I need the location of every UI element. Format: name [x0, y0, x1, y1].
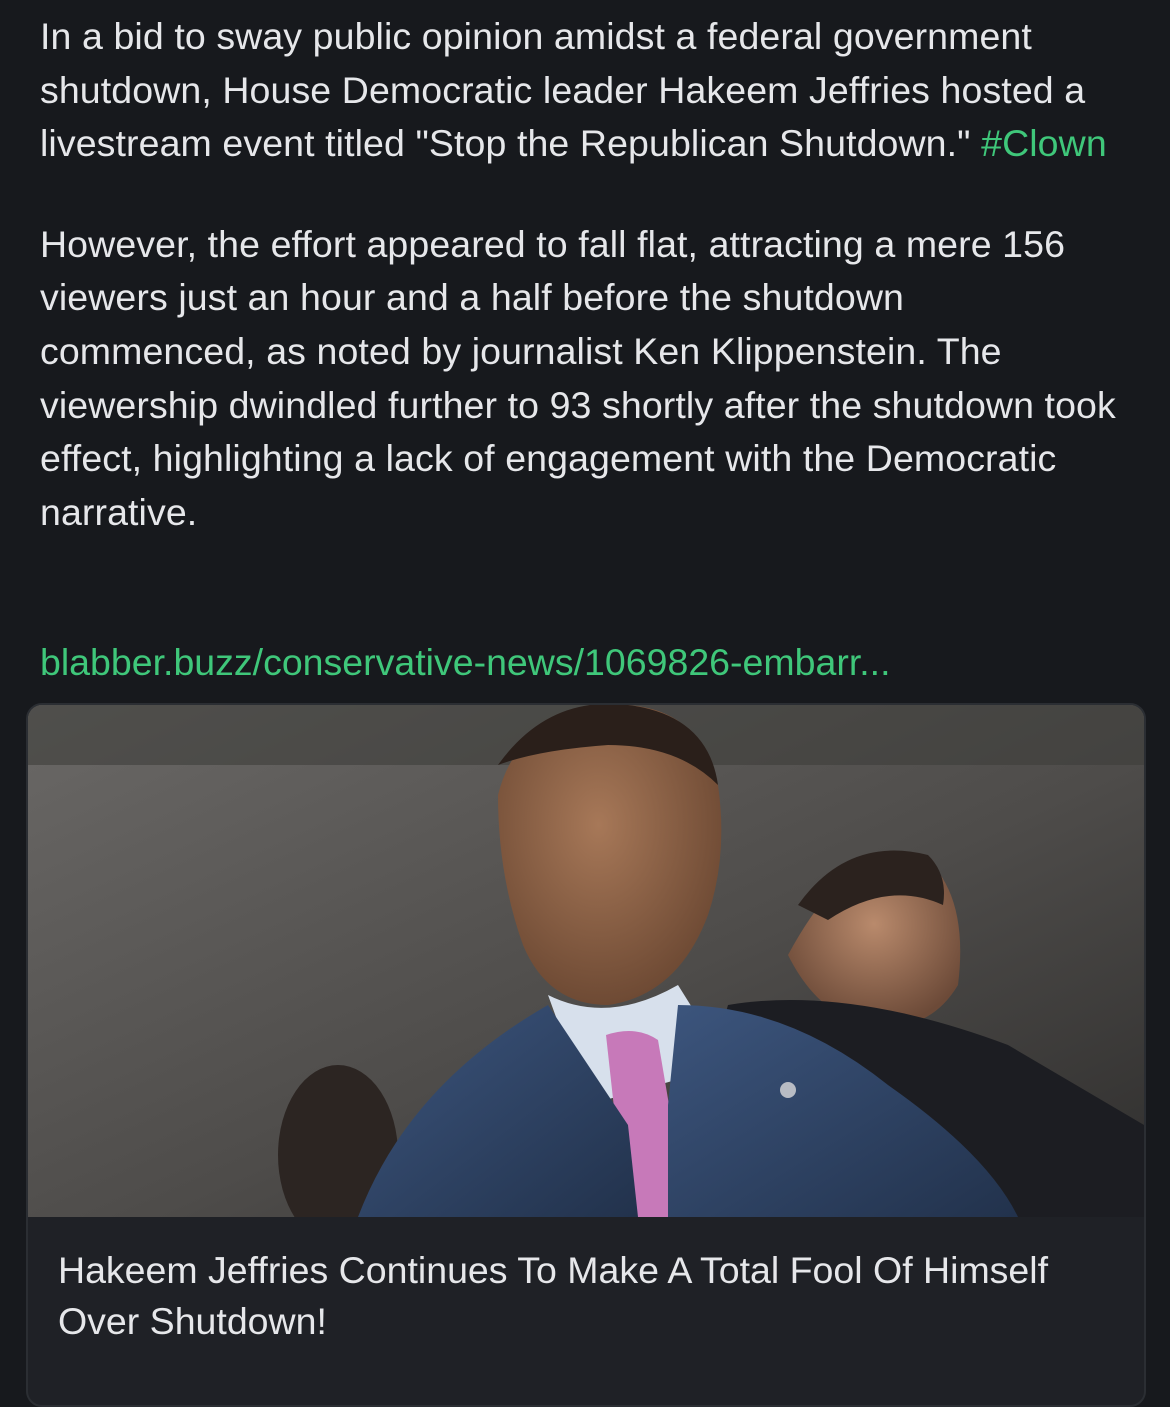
hashtag-clown-link[interactable]: #Clown	[981, 122, 1107, 164]
post-paragraph-1-text: In a bid to sway public opinion amidst a…	[40, 15, 1086, 165]
post-body: In a bid to sway public opinion amidst a…	[40, 10, 1130, 539]
post-paragraph-2: However, the effort appeared to fall fla…	[40, 222, 1116, 533]
link-preview-card[interactable]: Hakeem Jeffries Continues To Make A Tota…	[26, 703, 1146, 1407]
link-preview-title: Hakeem Jeffries Continues To Make A Tota…	[58, 1249, 1049, 1342]
link-preview-image	[28, 705, 1144, 1217]
article-link[interactable]: blabber.buzz/conservative-news/1069826-e…	[40, 641, 891, 683]
post-link-line: blabber.buzz/conservative-news/1069826-e…	[40, 636, 891, 690]
post-paragraph-1: In a bid to sway public opinion amidst a…	[40, 10, 1130, 171]
